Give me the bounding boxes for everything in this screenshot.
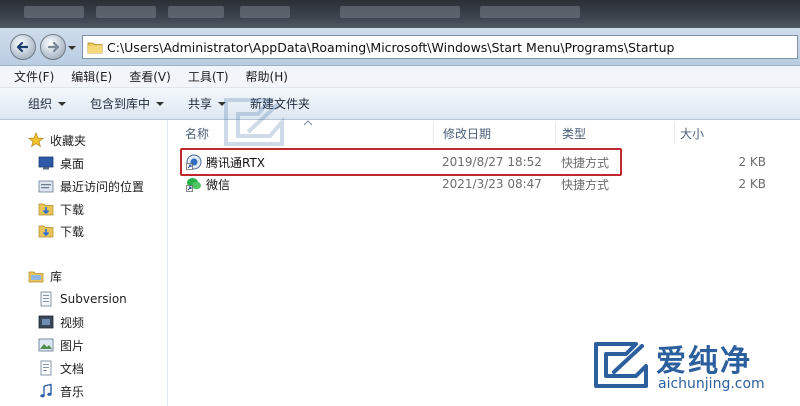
include-in-library-label: 包含到库中 (90, 97, 151, 111)
column-header-size[interactable]: 大小 (680, 120, 704, 146)
file-name-cell[interactable]: 微信 (186, 174, 230, 194)
column-divider[interactable] (433, 122, 434, 144)
nav-favorites[interactable]: 收藏夹 (28, 130, 86, 150)
nav-documents[interactable]: 文档 (38, 358, 84, 378)
column-divider[interactable] (555, 122, 556, 144)
file-row[interactable]: 微信 2021/3/23 08:47 快捷方式 2 KB (176, 174, 776, 194)
blurred-tab (24, 6, 84, 18)
organize-button[interactable]: 组织 (28, 95, 67, 112)
column-divider[interactable] (674, 122, 675, 144)
video-icon (38, 315, 54, 329)
menu-bar: 文件(F) 编辑(E) 查看(V) 工具(T) 帮助(H) (0, 66, 800, 88)
nav-subversion[interactable]: Subversion (38, 289, 127, 309)
nav-subversion-label: Subversion (60, 292, 127, 306)
column-header-date[interactable]: 修改日期 (443, 120, 491, 146)
blurred-tab (340, 6, 460, 18)
menu-file[interactable]: 文件(F) (14, 68, 54, 85)
chevron-down-icon (156, 101, 165, 106)
documents-icon (40, 360, 52, 376)
nav-downloads-label: 下载 (60, 202, 85, 217)
column-header-type[interactable]: 类型 (562, 120, 586, 146)
nav-music[interactable]: 音乐 (38, 381, 84, 401)
background-window-strip (0, 0, 800, 28)
nav-downloads-label: 下载 (60, 224, 85, 239)
file-type: 快捷方式 (561, 177, 610, 192)
share-label: 共享 (188, 97, 213, 111)
blurred-tab (240, 6, 290, 18)
nav-documents-label: 文档 (60, 361, 85, 376)
nav-libraries-label: 库 (50, 269, 63, 284)
arrow-left-icon (16, 41, 29, 53)
column-header-name[interactable]: 名称 (185, 120, 209, 146)
star-icon (28, 132, 44, 148)
folder-icon (87, 42, 103, 54)
library-icon (28, 271, 44, 283)
menu-help[interactable]: 帮助(H) (246, 68, 288, 85)
blurred-tab (168, 6, 224, 18)
watermark-domain: aichunjing.com (658, 376, 765, 392)
aichunjing-logo-icon (594, 342, 648, 388)
command-bar: 组织 包含到库中 共享 新建文件夹 (0, 88, 800, 120)
file-size: 2 KB (738, 155, 766, 169)
organize-label: 组织 (28, 97, 53, 111)
pictures-icon (38, 338, 54, 352)
menu-edit[interactable]: 编辑(E) (71, 68, 112, 85)
wechat-shortcut-icon (186, 178, 201, 192)
nav-libraries[interactable]: 库 (28, 266, 62, 286)
menu-view[interactable]: 查看(V) (129, 68, 171, 85)
watermark-logo-faint (224, 98, 284, 146)
nav-pictures[interactable]: 图片 (38, 335, 84, 355)
recent-pages-dropdown-icon[interactable] (68, 44, 76, 52)
address-bar[interactable]: C:\Users\Administrator\AppData\Roaming\M… (82, 35, 798, 59)
file-name: 微信 (206, 177, 231, 192)
nav-music-label: 音乐 (60, 384, 85, 399)
nav-recent-places[interactable]: 最近访问的位置 (38, 176, 144, 196)
file-date: 2021/3/23 08:47 (442, 177, 542, 191)
library-document-icon (40, 291, 52, 307)
music-icon (40, 383, 52, 398)
recent-places-icon (38, 180, 54, 193)
address-path[interactable]: C:\Users\Administrator\AppData\Roaming\M… (107, 40, 674, 55)
watermark: 爱纯净 aichunjing.com (592, 334, 792, 398)
nav-videos-label: 视频 (60, 315, 85, 330)
navigation-bar: C:\Users\Administrator\AppData\Roaming\M… (0, 28, 800, 66)
nav-desktop-label: 桌面 (60, 156, 85, 171)
nav-recent-places-label: 最近访问的位置 (60, 179, 145, 194)
column-header-type-label: 类型 (562, 126, 587, 141)
back-button[interactable] (10, 34, 36, 60)
nav-pictures-label: 图片 (60, 338, 85, 353)
menu-tools[interactable]: 工具(T) (188, 68, 229, 85)
download-folder-icon (38, 203, 54, 216)
nav-downloads[interactable]: 下载 (38, 199, 84, 219)
column-header-name-label: 名称 (185, 126, 210, 141)
nav-downloads[interactable]: 下载 (38, 221, 84, 241)
desktop-icon (38, 156, 54, 170)
watermark-brand: 爱纯净 (656, 344, 752, 379)
highlight-box (180, 148, 622, 176)
chevron-down-icon (58, 101, 67, 106)
column-header-size-label: 大小 (680, 126, 705, 141)
nav-favorites-label: 收藏夹 (50, 133, 87, 148)
file-size: 2 KB (738, 177, 766, 191)
navigation-pane: 收藏夹 桌面 最近访问的位置 下载 下载 库 Subversion 视频 图片 … (0, 120, 168, 406)
blurred-tab (480, 6, 580, 18)
nav-videos[interactable]: 视频 (38, 312, 84, 332)
download-folder-icon (38, 225, 54, 238)
nav-desktop[interactable]: 桌面 (38, 153, 84, 173)
arrow-right-icon (47, 41, 60, 53)
column-header-date-label: 修改日期 (443, 126, 492, 141)
include-in-library-button[interactable]: 包含到库中 (90, 95, 165, 112)
forward-button[interactable] (40, 34, 66, 60)
blurred-tab (96, 6, 156, 18)
